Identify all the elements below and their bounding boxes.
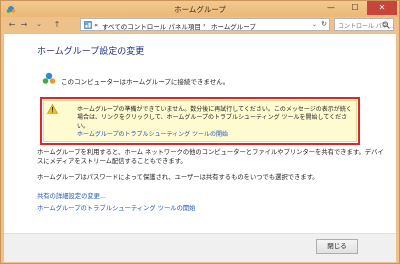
homegroup-window: ホームグループ — ☐ ✕ ← → ⌄ ↑ « すべてのコントロール パネル項目… xyxy=(0,0,400,264)
breadcrumb-all-control-panel-items[interactable]: すべてのコントロール パネル項目 xyxy=(102,21,201,31)
close-button[interactable]: 閉じる xyxy=(316,239,358,254)
footer-bar: 閉じる xyxy=(4,233,396,262)
breadcrumb-separator: « xyxy=(94,21,98,29)
warning-troubleshoot-link[interactable]: ホームグループのトラブルシューティング ツールの開始 xyxy=(77,129,228,138)
refresh-icon[interactable]: ↻ xyxy=(321,20,327,28)
content-area: ホームグループ設定の変更 このコンピューターはホームグループに接続できません。 … xyxy=(4,34,396,262)
title-bar[interactable]: ホームグループ — ☐ ✕ xyxy=(1,1,399,17)
troubleshooter-link[interactable]: ホームグループのトラブルシューティング ツールの開始 xyxy=(37,203,195,212)
maximize-button[interactable]: ☐ xyxy=(343,1,367,15)
control-panel-icon xyxy=(84,21,92,29)
minimize-button[interactable]: — xyxy=(319,1,343,15)
navigation-bar: ← → ⌄ ↑ « すべてのコントロール パネル項目 › ホームグループ ⌄ ↻… xyxy=(4,17,396,33)
homegroup-status-icon xyxy=(42,72,56,84)
address-dropdown-icon[interactable]: ⌄ xyxy=(312,21,317,28)
homegroup-description: ホームグループを利用すると、ホーム ネットワークの他のコンピューターとファイルや… xyxy=(37,149,384,165)
warning-highlight-box: ホームグループの準備ができていません。数分後に再試行してください。このメッセージ… xyxy=(40,97,360,145)
recent-locations-button[interactable]: ⌄ xyxy=(34,19,44,30)
warning-message-text: ホームグループの準備ができていません。数分後に再試行してください。このメッセージ… xyxy=(77,106,352,130)
up-button[interactable]: ↑ xyxy=(52,19,62,30)
address-bar[interactable]: « すべてのコントロール パネル項目 › ホームグループ ⌄ ↻ xyxy=(80,18,330,31)
back-button[interactable]: ← xyxy=(7,19,17,30)
homegroup-password-description: ホームグループはパスワードによって保護され、ユーザーは共有するものをいつでも選択… xyxy=(37,174,319,181)
search-icon[interactable] xyxy=(382,21,390,29)
connection-status-text: このコンピューターはホームグループに接続できません。 xyxy=(61,78,230,86)
warning-message-panel: ホームグループの準備ができていません。数分後に再試行してください。このメッセージ… xyxy=(43,100,357,142)
search-box[interactable]: コントロール パネ… xyxy=(334,18,394,31)
breadcrumb-homegroup[interactable]: ホームグループ xyxy=(211,21,256,31)
warning-icon xyxy=(47,104,58,114)
page-title: ホームグループ設定の変更 xyxy=(37,47,145,57)
advanced-sharing-settings-link[interactable]: 共有の詳細設定の変更... xyxy=(37,191,106,200)
forward-button[interactable]: → xyxy=(19,19,29,30)
window-close-button[interactable]: ✕ xyxy=(367,1,397,15)
breadcrumb-separator: › xyxy=(203,21,206,29)
